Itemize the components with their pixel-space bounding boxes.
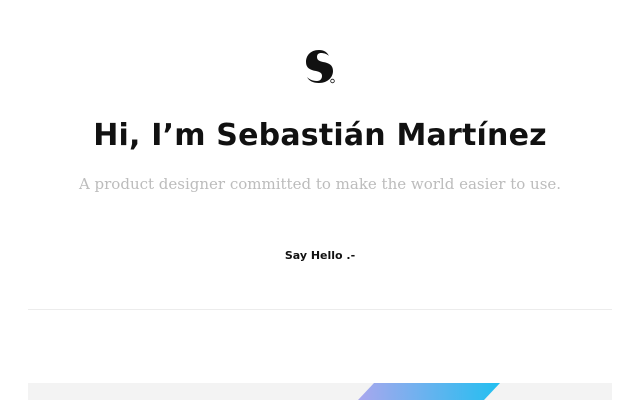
tagline: A product designer committed to make the… [78,175,562,193]
gradient-shape [358,383,500,400]
divider [28,309,612,310]
featured-image [28,383,612,400]
s-monogram-logo-icon[interactable] [302,46,338,86]
say-hello-link[interactable]: Say Hello .- [285,249,355,262]
landing-page: Hi, I’m Sebastián Martínez A product des… [0,0,640,400]
cta-container: Say Hello .- [0,246,640,264]
page-title: Hi, I’m Sebastián Martínez [93,118,547,153]
